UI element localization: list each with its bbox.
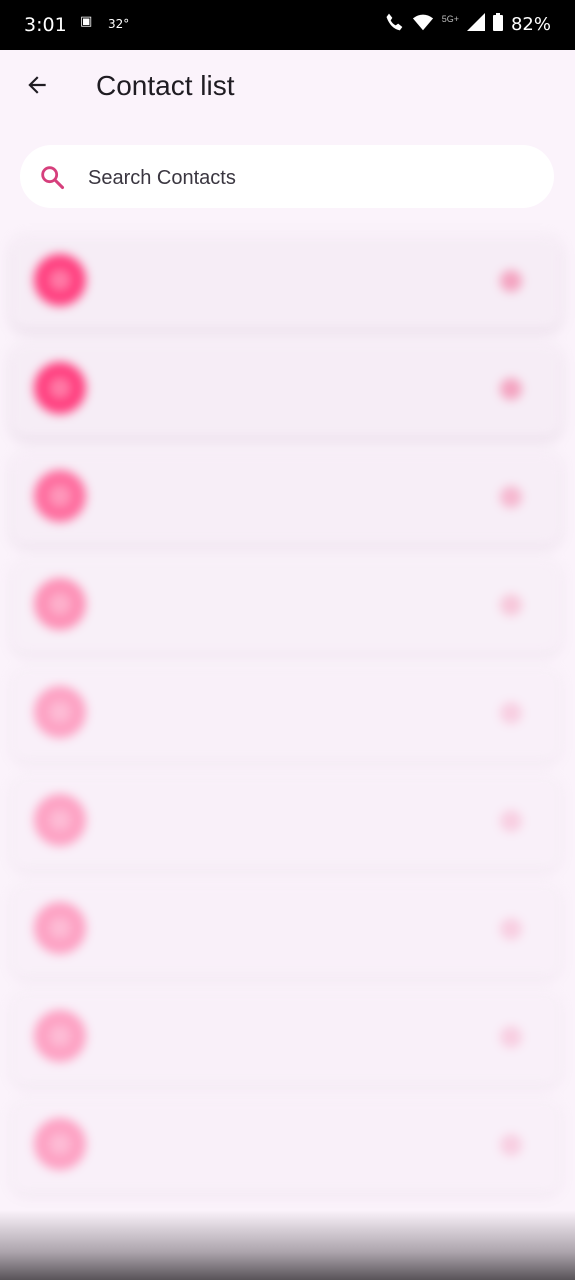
contact-avatar	[34, 362, 86, 414]
contact-avatar	[34, 1118, 86, 1170]
contact-avatar	[34, 578, 86, 630]
contact-action-icon[interactable]	[500, 1134, 522, 1156]
contact-avatar	[34, 254, 86, 306]
battery-icon	[492, 13, 503, 36]
contact-action-icon[interactable]	[500, 1026, 522, 1048]
contact-action-icon[interactable]	[500, 378, 522, 400]
contact-action-icon[interactable]	[500, 702, 522, 724]
wifi-icon	[412, 12, 434, 37]
app-bar: Contact list	[0, 50, 575, 124]
battery-percentage: 82%	[510, 14, 551, 35]
contact-card[interactable]	[12, 236, 560, 328]
contact-action-icon[interactable]	[500, 594, 522, 616]
wifi-calling-icon	[384, 12, 404, 37]
contact-card[interactable]	[12, 884, 560, 976]
contact-card[interactable]	[12, 452, 560, 544]
contact-action-icon[interactable]	[500, 486, 522, 508]
status-right-icons: 5G+ 82%	[384, 12, 551, 37]
search-icon	[38, 163, 66, 191]
arrow-back-icon	[24, 72, 50, 103]
search-input[interactable]	[86, 159, 530, 197]
status-temperature: 32°	[108, 17, 130, 31]
contact-card[interactable]	[12, 776, 560, 868]
contact-avatar	[34, 794, 86, 846]
contact-card[interactable]	[12, 344, 560, 436]
signal-icon	[466, 13, 485, 36]
contact-card[interactable]	[12, 668, 560, 760]
network-type-label: 5G+	[441, 13, 459, 24]
page-title: Contact list	[96, 70, 235, 101]
contact-avatar	[34, 470, 86, 522]
contact-action-icon[interactable]	[500, 918, 522, 940]
contact-avatar	[34, 1010, 86, 1062]
status-bar: 3:01 ▣ 32° 5G+ 82%	[0, 0, 575, 50]
contact-list	[12, 236, 560, 1208]
status-time: 3:01	[24, 14, 67, 36]
search-bar[interactable]	[20, 145, 554, 208]
contact-avatar	[34, 686, 86, 738]
contact-action-icon[interactable]	[500, 270, 522, 292]
bottom-fade	[0, 1210, 575, 1280]
back-button[interactable]	[14, 64, 60, 110]
contact-avatar	[34, 902, 86, 954]
contact-action-icon[interactable]	[500, 810, 522, 832]
contact-card[interactable]	[12, 992, 560, 1084]
calendar-icon: ▣	[80, 14, 93, 29]
contact-card[interactable]	[12, 560, 560, 652]
contact-card[interactable]	[12, 1100, 560, 1192]
